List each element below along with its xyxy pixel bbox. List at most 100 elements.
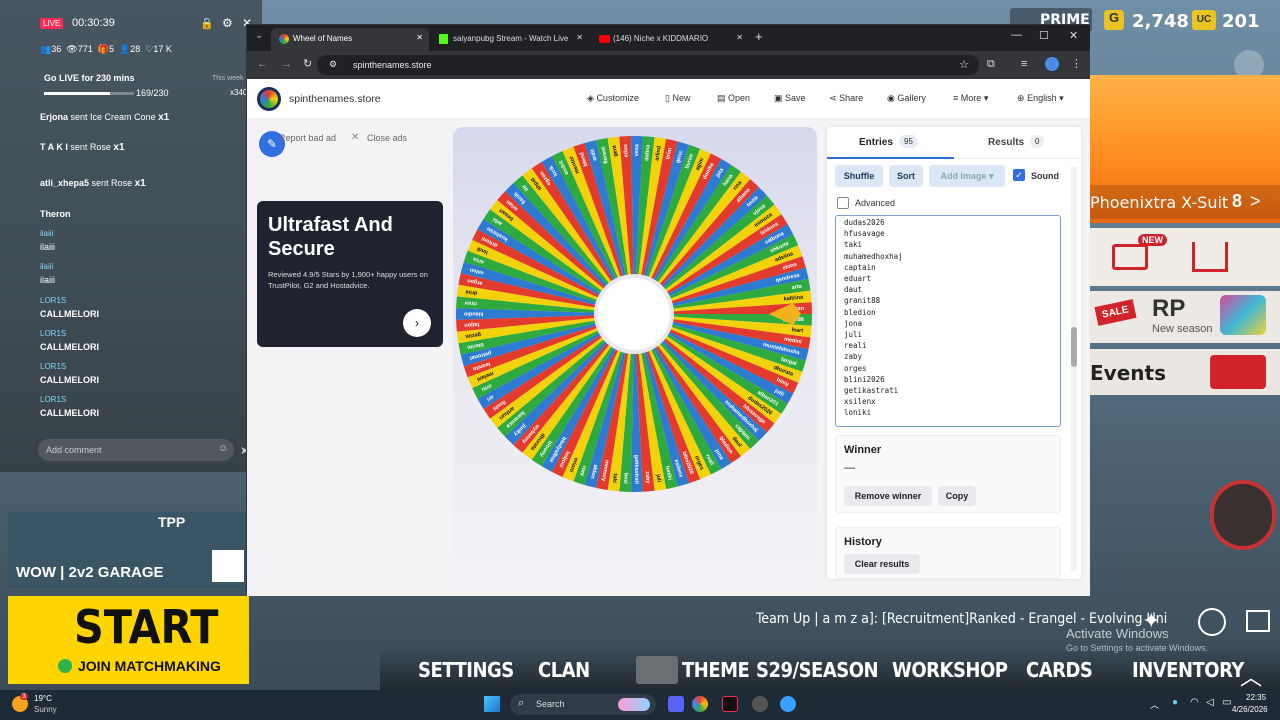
comment-input[interactable]: Add comment ☺ [38,439,234,461]
customize-button[interactable]: ◈ Customize [587,93,639,104]
close-window-icon[interactable]: ✕ [1069,29,1078,42]
site-info-icon[interactable]: ⚙ [329,59,337,70]
uc-currency[interactable]: UC 201 [1192,8,1278,32]
tiktok-icon[interactable] [722,696,738,712]
remove-winner-button[interactable]: Remove winner [844,486,932,506]
sort-button[interactable]: Sort [889,165,923,187]
ad-card[interactable]: Ultrafast And Secure Reviewed 4.9/5 Star… [257,201,443,347]
site-name[interactable]: spinthenames.store [289,93,381,105]
fullscreen-icon[interactable] [1246,610,1270,632]
clock-time[interactable]: 22:35 [1246,693,1266,702]
winner-card: Winner — Remove winner Copy [835,435,1061,513]
menu-season[interactable]: S29/SEASON [756,658,879,682]
extensions-icon[interactable]: ⧉ [987,58,995,71]
tray-chevron-icon[interactable]: ︿ [1150,698,1159,711]
tab-list-icon[interactable]: ⌄ [255,30,263,41]
ad-next-icon[interactable]: › [403,309,431,337]
menu-clan[interactable]: CLAN [538,658,590,682]
start-button[interactable]: START JOIN MATCHMAKING [8,596,249,684]
language-button[interactable]: ⊕ English ▾ [1017,93,1064,104]
g-currency[interactable]: G 2,748 [1104,8,1192,32]
open-button[interactable]: ▤ Open [717,93,750,104]
clock-date[interactable]: 4/26/2026 [1232,705,1268,714]
add-image-label: Add image [940,171,987,181]
new-tab-icon[interactable]: + [755,29,763,44]
tab-entries[interactable]: Entries 95 [827,127,954,159]
save-button[interactable]: ▣ Save [774,93,806,104]
close-ads-icon[interactable]: ✕ [351,132,359,143]
menu-settings[interactable]: SETTINGS [418,658,514,682]
garage-tile[interactable]: TPP WOW | 2v2 GARAGE [8,512,248,588]
share-label: Share [839,93,864,103]
settings-icon[interactable]: ⚙ [222,16,233,30]
ad-title: Ultrafast And Secure [268,214,393,260]
tab-saiyan-stream[interactable]: saiyanpubg Stream - Watch Live ✕ [431,28,589,51]
add-image-button[interactable]: Add image ▾ [929,165,1005,187]
copy-button[interactable]: Copy [938,486,976,506]
sale-rp-tile[interactable]: SALE RP New season [1090,291,1280,343]
profile-avatar[interactable] [1045,57,1059,71]
sound-checkbox[interactable]: ✓ [1013,169,1025,181]
emoji-icon[interactable]: ☺ [218,443,228,454]
menu-cards[interactable]: CARDS [1026,658,1093,682]
emote-icon[interactable] [1198,608,1226,636]
discord-icon[interactable] [668,696,684,712]
advanced-checkbox[interactable] [837,197,849,209]
reload-icon[interactable]: ↻ [303,57,312,70]
close-ads-link[interactable]: Close ads [367,133,407,143]
viewers-icon: 👥 [40,44,52,54]
menu-inventory[interactable]: INVENTORY [1132,658,1244,682]
magic-wand-icon[interactable]: ✦ [1142,608,1170,636]
wheel-area[interactable]: granit88leartmedinimustafahoxhafangaidhu… [453,127,817,589]
close-tab-icon[interactable]: ✕ [736,33,743,42]
lock-icon[interactable]: 🔒 [200,17,214,30]
forward-icon[interactable]: → [281,58,292,70]
tab-wheel-of-names[interactable]: Wheel of Names ✕ [271,28,429,51]
goal-period: This week [212,75,244,82]
wifi-icon[interactable]: ◠ [1190,697,1199,708]
chat-message: CALLMELORI [40,408,99,418]
mic-icon[interactable]: ● [1172,697,1178,708]
tab-results[interactable]: Results 0 [954,127,1081,159]
gallery-button[interactable]: ◉ Gallery [887,93,926,104]
tab-youtube[interactable]: (146) Niche x KIDDMARIO ✕ [591,28,749,51]
more-button[interactable]: ≡ More ▾ [953,93,988,104]
entries-textarea[interactable]: dudas2026 hfusavage taki muhamedhoxhaj capta… [835,215,1061,427]
browser-menu-icon[interactable]: ⋮ [1071,57,1082,70]
bookmark-star-icon[interactable]: ☆ [959,58,969,71]
helmet-icon[interactable] [1210,480,1276,550]
close-tab-icon[interactable]: ✕ [576,33,583,42]
edge-icon[interactable] [780,696,796,712]
url-input[interactable]: ⚙ spinthenames.store ☆ [317,55,979,75]
gift-icon: 🎁 [97,44,109,54]
tab-label: (146) Niche x KIDDMARIO [613,34,709,43]
live-stats: 👥36 👁771 🎁5 👤28 ♡17 K [40,44,172,55]
entry-line: blini2026 [844,374,885,384]
share-button[interactable]: ⋖ Share [829,93,863,104]
battery-icon[interactable]: ▭ [1222,697,1231,708]
volume-icon[interactable]: ◁ [1206,697,1214,708]
panel-scrollbar[interactable] [1071,167,1077,571]
menu-theme[interactable]: THEME [682,658,750,682]
new-button[interactable]: ▯ New [665,93,690,104]
site-logo-icon[interactable] [257,87,281,111]
store-tile[interactable]: NEW [1090,228,1280,286]
chevron-right-icon[interactable]: > [1250,191,1261,212]
back-icon[interactable]: ← [257,58,268,70]
chrome-icon[interactable] [692,696,708,712]
chevron-up-icon[interactable]: ︿ [1240,660,1262,692]
maximize-icon[interactable]: ☐ [1039,29,1049,42]
shuffle-button[interactable]: Shuffle [835,165,883,187]
windows-start-icon[interactable] [484,696,500,712]
media-icon[interactable]: ≡ [1021,58,1027,70]
minimize-icon[interactable]: — [1011,29,1022,41]
report-ad-link[interactable]: Report bad ad [279,133,336,143]
obs-icon[interactable] [752,696,768,712]
suit-banner[interactable]: Phoenixtra X-Suit 8 > [1090,75,1280,223]
close-tab-icon[interactable]: ✕ [416,33,423,42]
events-tile[interactable]: Events [1090,349,1280,395]
clear-results-button[interactable]: Clear results [844,554,920,574]
taskbar-search[interactable]: ⌕ Search [510,694,656,715]
menu-workshop[interactable]: WORKSHOP [892,658,1008,682]
wheel[interactable]: granit88leartmedinimustafahoxhafangaidhu… [453,127,817,507]
